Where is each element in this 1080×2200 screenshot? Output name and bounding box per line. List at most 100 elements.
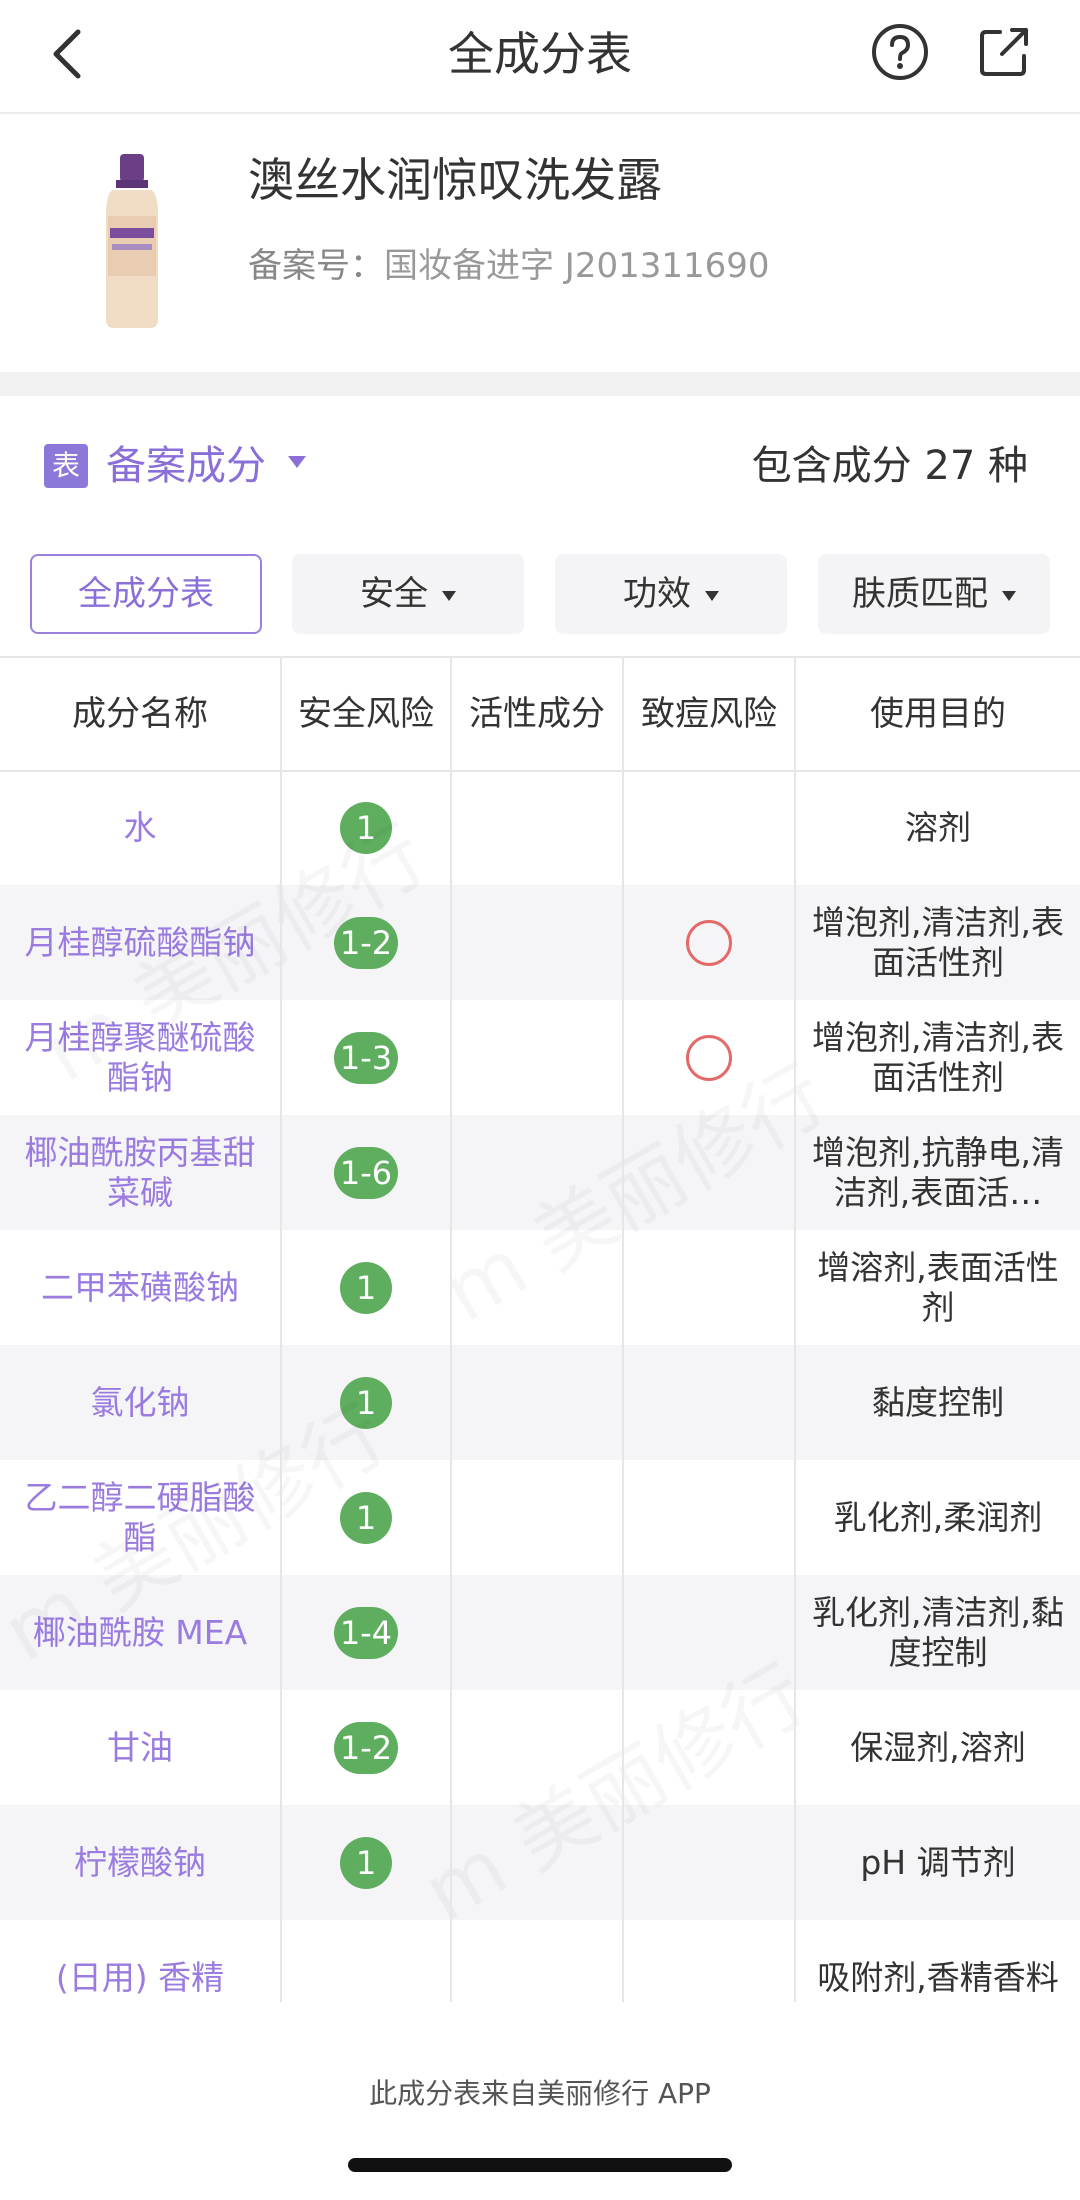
- source-note: 此成分表来自美丽修行 APP: [369, 2077, 711, 2110]
- table-tag-icon: 表: [44, 444, 88, 488]
- safety-risk-cell: 1-2: [282, 1690, 450, 1805]
- safety-risk-cell: 1: [282, 1805, 450, 1920]
- ingredient-name[interactable]: 月桂醇聚醚硫酸酯钠: [0, 1000, 280, 1115]
- table-row[interactable]: 椰油酰胺 MEA 1-4 乳化剂,清洁剂,黏度控制: [0, 1575, 1080, 1690]
- product-image[interactable]: [96, 154, 168, 330]
- purpose-cell: 增溶剂,表面活性剂: [817, 1247, 1059, 1327]
- acne-risk-circle-icon: [686, 919, 732, 966]
- safety-risk-cell: 1: [282, 1345, 450, 1460]
- acne-risk-cell: [624, 885, 794, 1000]
- ingredient-name[interactable]: 氯化钠: [0, 1345, 280, 1460]
- column-divider: [622, 658, 624, 2035]
- table-row[interactable]: 氯化钠 1 黏度控制: [0, 1345, 1080, 1460]
- safety-risk-cell: 1-2: [282, 885, 450, 1000]
- purpose-cell: 乳化剂,清洁剂,黏度控制: [812, 1592, 1064, 1672]
- column-divider: [450, 658, 452, 2035]
- acne-risk-cell: [624, 1230, 794, 1345]
- safety-badge: 1-2: [333, 1721, 399, 1774]
- ingredient-name[interactable]: 乙二醇二硬脂酸酯: [0, 1460, 280, 1575]
- ingredient-name[interactable]: 水: [0, 770, 280, 885]
- ingredient-name[interactable]: 柠檬酸钠: [0, 1805, 280, 1920]
- table-row[interactable]: 月桂醇聚醚硫酸酯钠 1-3 增泡剂,清洁剂,表面活性剂: [0, 1000, 1080, 1115]
- safety-badge: 1-2: [333, 916, 399, 969]
- ingredient-name[interactable]: 椰油酰胺 MEA: [0, 1575, 280, 1690]
- filter-all-ingredients[interactable]: 全成分表: [30, 554, 262, 634]
- safety-badge: 1-4: [333, 1606, 399, 1659]
- product-header: 澳丝水润惊叹洗发露 备案号：国妆备进字 J201311690: [0, 114, 1080, 372]
- question-circle-icon: [872, 24, 928, 80]
- product-name: 澳丝水润惊叹洗发露: [248, 153, 662, 207]
- header-safety-risk: 安全风险: [298, 694, 434, 734]
- active-ingredient-cell: [452, 1690, 622, 1805]
- share-button[interactable]: [972, 20, 1036, 84]
- help-button[interactable]: [868, 20, 932, 84]
- acne-risk-cell: [624, 770, 794, 885]
- footer: 此成分表来自美丽修行 APP: [0, 2002, 1080, 2200]
- purpose-cell: pH 调节剂: [860, 1842, 1016, 1882]
- table-row[interactable]: 甘油 1-2 保湿剂,溶剂: [0, 1690, 1080, 1805]
- acne-risk-cell: [624, 1575, 794, 1690]
- home-indicator[interactable]: [348, 2158, 732, 2172]
- ingredient-count: 包含成分 27 种: [751, 443, 1028, 489]
- table-row[interactable]: 二甲苯磺酸钠 1 增溶剂,表面活性剂: [0, 1230, 1080, 1345]
- ingredient-name[interactable]: 甘油: [0, 1690, 280, 1805]
- safety-badge: 1: [340, 1376, 392, 1429]
- table-row[interactable]: 柠檬酸钠 1 pH 调节剂: [0, 1805, 1080, 1920]
- caret-down-icon: [705, 590, 719, 601]
- acne-risk-cell: [624, 1345, 794, 1460]
- filter-efficacy[interactable]: 功效: [555, 554, 787, 634]
- header-active-ingredient: 活性成分: [469, 694, 605, 734]
- purpose-cell: 增泡剂,清洁剂,表面活性剂: [812, 902, 1064, 982]
- safety-risk-cell: 1: [282, 1460, 450, 1575]
- filter-safety[interactable]: 安全: [292, 554, 524, 634]
- safety-risk-cell: 1-3: [282, 1000, 450, 1115]
- active-ingredient-cell: [452, 770, 622, 885]
- purpose-cell: 溶剂: [905, 807, 971, 847]
- purpose-cell: 保湿剂,溶剂: [850, 1727, 1026, 1767]
- acne-risk-cell: [624, 1805, 794, 1920]
- active-ingredient-cell: [452, 1000, 622, 1115]
- table-row[interactable]: 水 1 溶剂: [0, 770, 1080, 885]
- active-ingredient-cell: [452, 1575, 622, 1690]
- safety-badge: 1-3: [333, 1031, 399, 1084]
- header-purpose: 使用目的: [870, 694, 1006, 734]
- share-icon: [980, 28, 1028, 76]
- registration-number: 备案号：国妆备进字 J201311690: [248, 242, 770, 290]
- caret-down-icon[interactable]: [288, 456, 306, 468]
- filter-skin-type[interactable]: 肤质匹配: [818, 554, 1050, 634]
- caret-down-icon: [442, 590, 456, 601]
- header-acne-risk: 致痘风险: [641, 694, 777, 734]
- active-ingredient-cell: [452, 1115, 622, 1230]
- filter-label: 全成分表: [78, 574, 214, 614]
- safety-risk-cell: 1: [282, 1230, 450, 1345]
- ingredient-name[interactable]: 月桂醇硫酸酯钠: [0, 885, 280, 1000]
- table-body: (日用) 香精 吸附剂,香精香料 柠檬酸钠 1 pH 调节剂 甘油 1-2 保湿剂,溶剂 椰油酰…: [0, 770, 1080, 2035]
- table-row[interactable]: 椰油酰胺丙基甜菜碱 1-6 增泡剂,抗静电,清洁剂,表面活…: [0, 1115, 1080, 1230]
- filter-label: 肤质匹配: [852, 574, 988, 614]
- acne-risk-cell: [624, 1000, 794, 1115]
- header-ingredient-name: 成分名称: [72, 694, 208, 734]
- active-ingredient-cell: [452, 1345, 622, 1460]
- table-row[interactable]: 乙二醇二硬脂酸酯 1 乳化剂,柔润剂: [0, 1460, 1080, 1575]
- table-header: 成分名称 安全风险 活性成分 致痘风险 使用目的: [0, 656, 1080, 772]
- acne-risk-cell: [624, 1460, 794, 1575]
- ingredient-name[interactable]: 二甲苯磺酸钠: [0, 1230, 280, 1345]
- section-dropdown[interactable]: 备案成分: [106, 436, 266, 496]
- column-divider: [794, 658, 796, 2035]
- acne-risk-cell: [624, 1690, 794, 1805]
- nav-bar: 全成分表: [0, 0, 1080, 114]
- caret-down-icon: [1002, 590, 1016, 601]
- column-divider: [280, 658, 282, 2035]
- filter-bar: 全成分表 安全 功效 肤质匹配: [0, 546, 1080, 656]
- registration-label: 备案号：: [248, 246, 384, 286]
- safety-badge: 1: [340, 1836, 392, 1889]
- safety-risk-cell: 1-6: [282, 1115, 450, 1230]
- safety-badge: 1: [340, 1261, 392, 1314]
- filter-label: 功效: [623, 574, 691, 614]
- ingredient-name[interactable]: 椰油酰胺丙基甜菜碱: [0, 1115, 280, 1230]
- active-ingredient-cell: [452, 1230, 622, 1345]
- acne-risk-cell: [624, 1115, 794, 1230]
- active-ingredient-cell: [452, 1460, 622, 1575]
- table-row[interactable]: 月桂醇硫酸酯钠 1-2 增泡剂,清洁剂,表面活性剂: [0, 885, 1080, 1000]
- section-header: 表 备案成分 包含成分 27 种: [0, 396, 1080, 546]
